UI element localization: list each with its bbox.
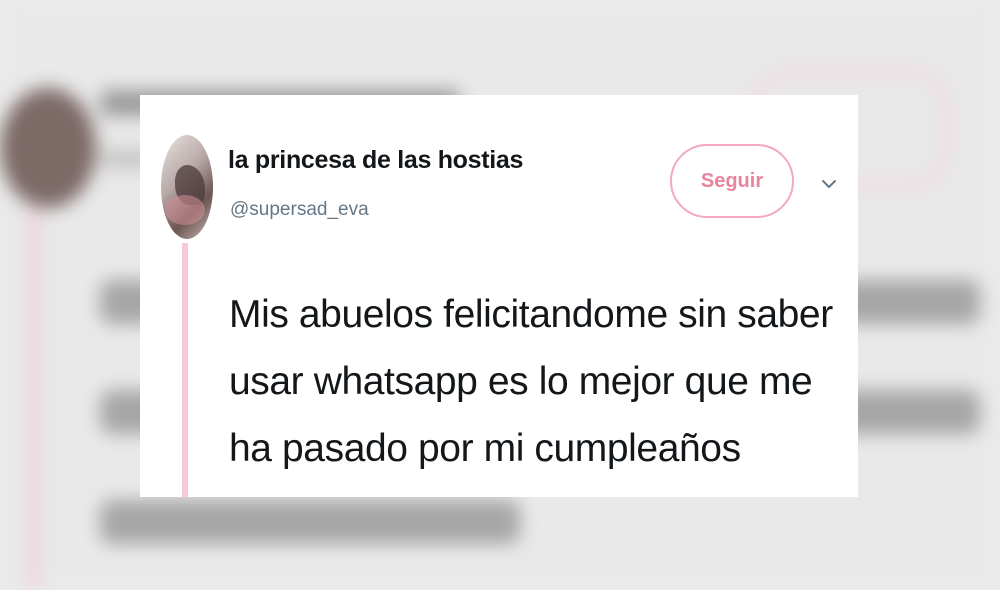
thread-line — [182, 243, 188, 497]
avatar-image-detail — [165, 195, 205, 225]
tweet-text: Mis abuelos felicitandome sin saber usar… — [229, 293, 833, 470]
chevron-down-icon[interactable] — [818, 173, 840, 195]
display-name[interactable]: la princesa de las hostias — [228, 146, 523, 175]
blurred-avatar — [0, 88, 96, 208]
blurred-thread-line — [30, 210, 38, 590]
blurred-text-line — [100, 500, 520, 544]
tweet-card: la princesa de las hostias @supersad_eva… — [140, 95, 858, 497]
avatar[interactable] — [161, 135, 213, 239]
follow-button[interactable]: Seguir — [670, 144, 794, 218]
user-handle[interactable]: @supersad_eva — [230, 199, 369, 221]
